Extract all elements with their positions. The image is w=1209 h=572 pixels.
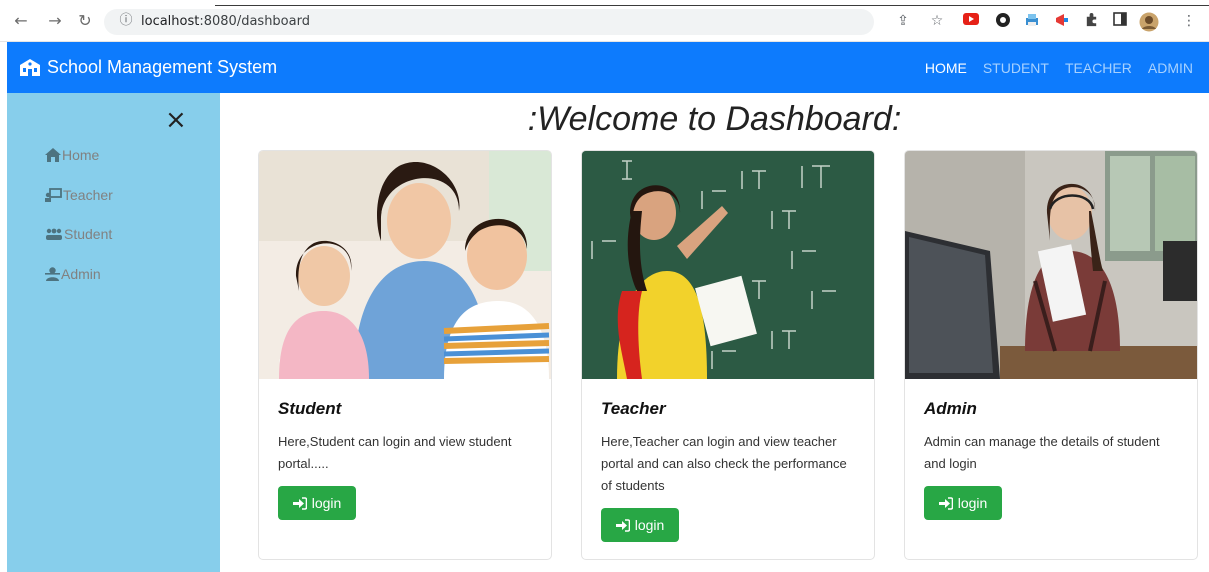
login-label: login [957,495,988,511]
home-icon [45,148,61,162]
card-text: Here,Teacher can login and view teacher … [601,434,847,493]
sign-in-icon [292,496,307,510]
forward-arrow-icon[interactable]: → [46,12,64,30]
sidebar: × Home Teacher Student Admin [7,93,220,572]
login-label: login [311,495,342,511]
nav-teacher[interactable]: TEACHER [1065,60,1132,76]
page-title: :Welcome to Dashboard: [527,100,902,138]
printer-extension-icon[interactable] [1023,12,1041,30]
info-icon[interactable]: ⓘ [118,13,134,29]
teacher-card: Teacher Here,Teacher can login and view … [581,150,875,560]
card-title: Admin [924,399,977,418]
browser-toolbar: ← → ↻ ⓘ localhost:8080/dashboard ⇪ ☆ ⋮ [0,0,1209,42]
users-icon [46,228,62,240]
youtube-extension-icon[interactable] [962,12,980,30]
chalkboard-teacher-icon [45,188,62,202]
login-label: login [634,517,665,533]
top-navbar: School Management System HOME STUDENT TE… [7,42,1209,93]
sign-in-icon [938,496,953,510]
nav-links: HOME STUDENT TEACHER ADMIN [925,60,1193,76]
url-text[interactable]: localhost:8080/dashboard [141,14,310,29]
card-text: Here,Student can login and view student … [278,434,512,471]
student-login-button[interactable]: login [278,486,356,520]
school-icon [19,58,41,77]
brand-text: School Management System [47,57,278,77]
sidebar-item-label: Student [64,226,113,242]
megaphone-extension-icon[interactable] [1053,12,1071,30]
teacher-card-image [582,151,874,379]
sidebar-item-admin[interactable]: Admin [45,266,101,282]
window-edge [215,5,1209,6]
student-card-image [259,151,551,381]
card-title: Teacher [601,399,666,418]
browser-menu-icon[interactable]: ⋮ [1180,12,1198,30]
user-tie-icon [45,267,60,281]
back-arrow-icon[interactable]: ← [12,12,30,30]
openai-extension-icon[interactable] [994,12,1012,30]
reload-icon[interactable]: ↻ [76,12,94,30]
teacher-login-button[interactable]: login [601,508,679,542]
sidebar-item-label: Teacher [63,187,113,203]
card-title: Student [278,399,342,418]
card-text: Admin can manage the details of student … [924,434,1160,471]
sidebar-item-label: Admin [61,266,101,282]
brand-link[interactable]: School Management System [19,57,277,78]
side-panel-icon[interactable] [1111,12,1129,30]
bookmark-star-icon[interactable]: ☆ [928,12,946,30]
profile-avatar-icon[interactable] [1138,12,1160,32]
nav-home[interactable]: HOME [925,60,967,76]
admin-card: Admin Admin can manage the details of st… [904,150,1198,560]
sign-in-icon [615,518,630,532]
sidebar-item-teacher[interactable]: Teacher [45,187,113,203]
admin-login-button[interactable]: login [924,486,1002,520]
sidebar-item-student[interactable]: Student [45,226,112,242]
admin-card-image [905,151,1197,379]
student-card: Student Here,Student can login and view … [258,150,552,560]
share-icon[interactable]: ⇪ [894,12,912,30]
close-sidebar-icon[interactable]: × [165,107,187,133]
sidebar-item-label: Home [62,147,100,163]
puzzle-extensions-icon[interactable] [1082,12,1100,30]
sidebar-item-home[interactable]: Home [45,147,99,163]
nav-admin[interactable]: ADMIN [1148,60,1193,76]
nav-student[interactable]: STUDENT [983,60,1049,76]
